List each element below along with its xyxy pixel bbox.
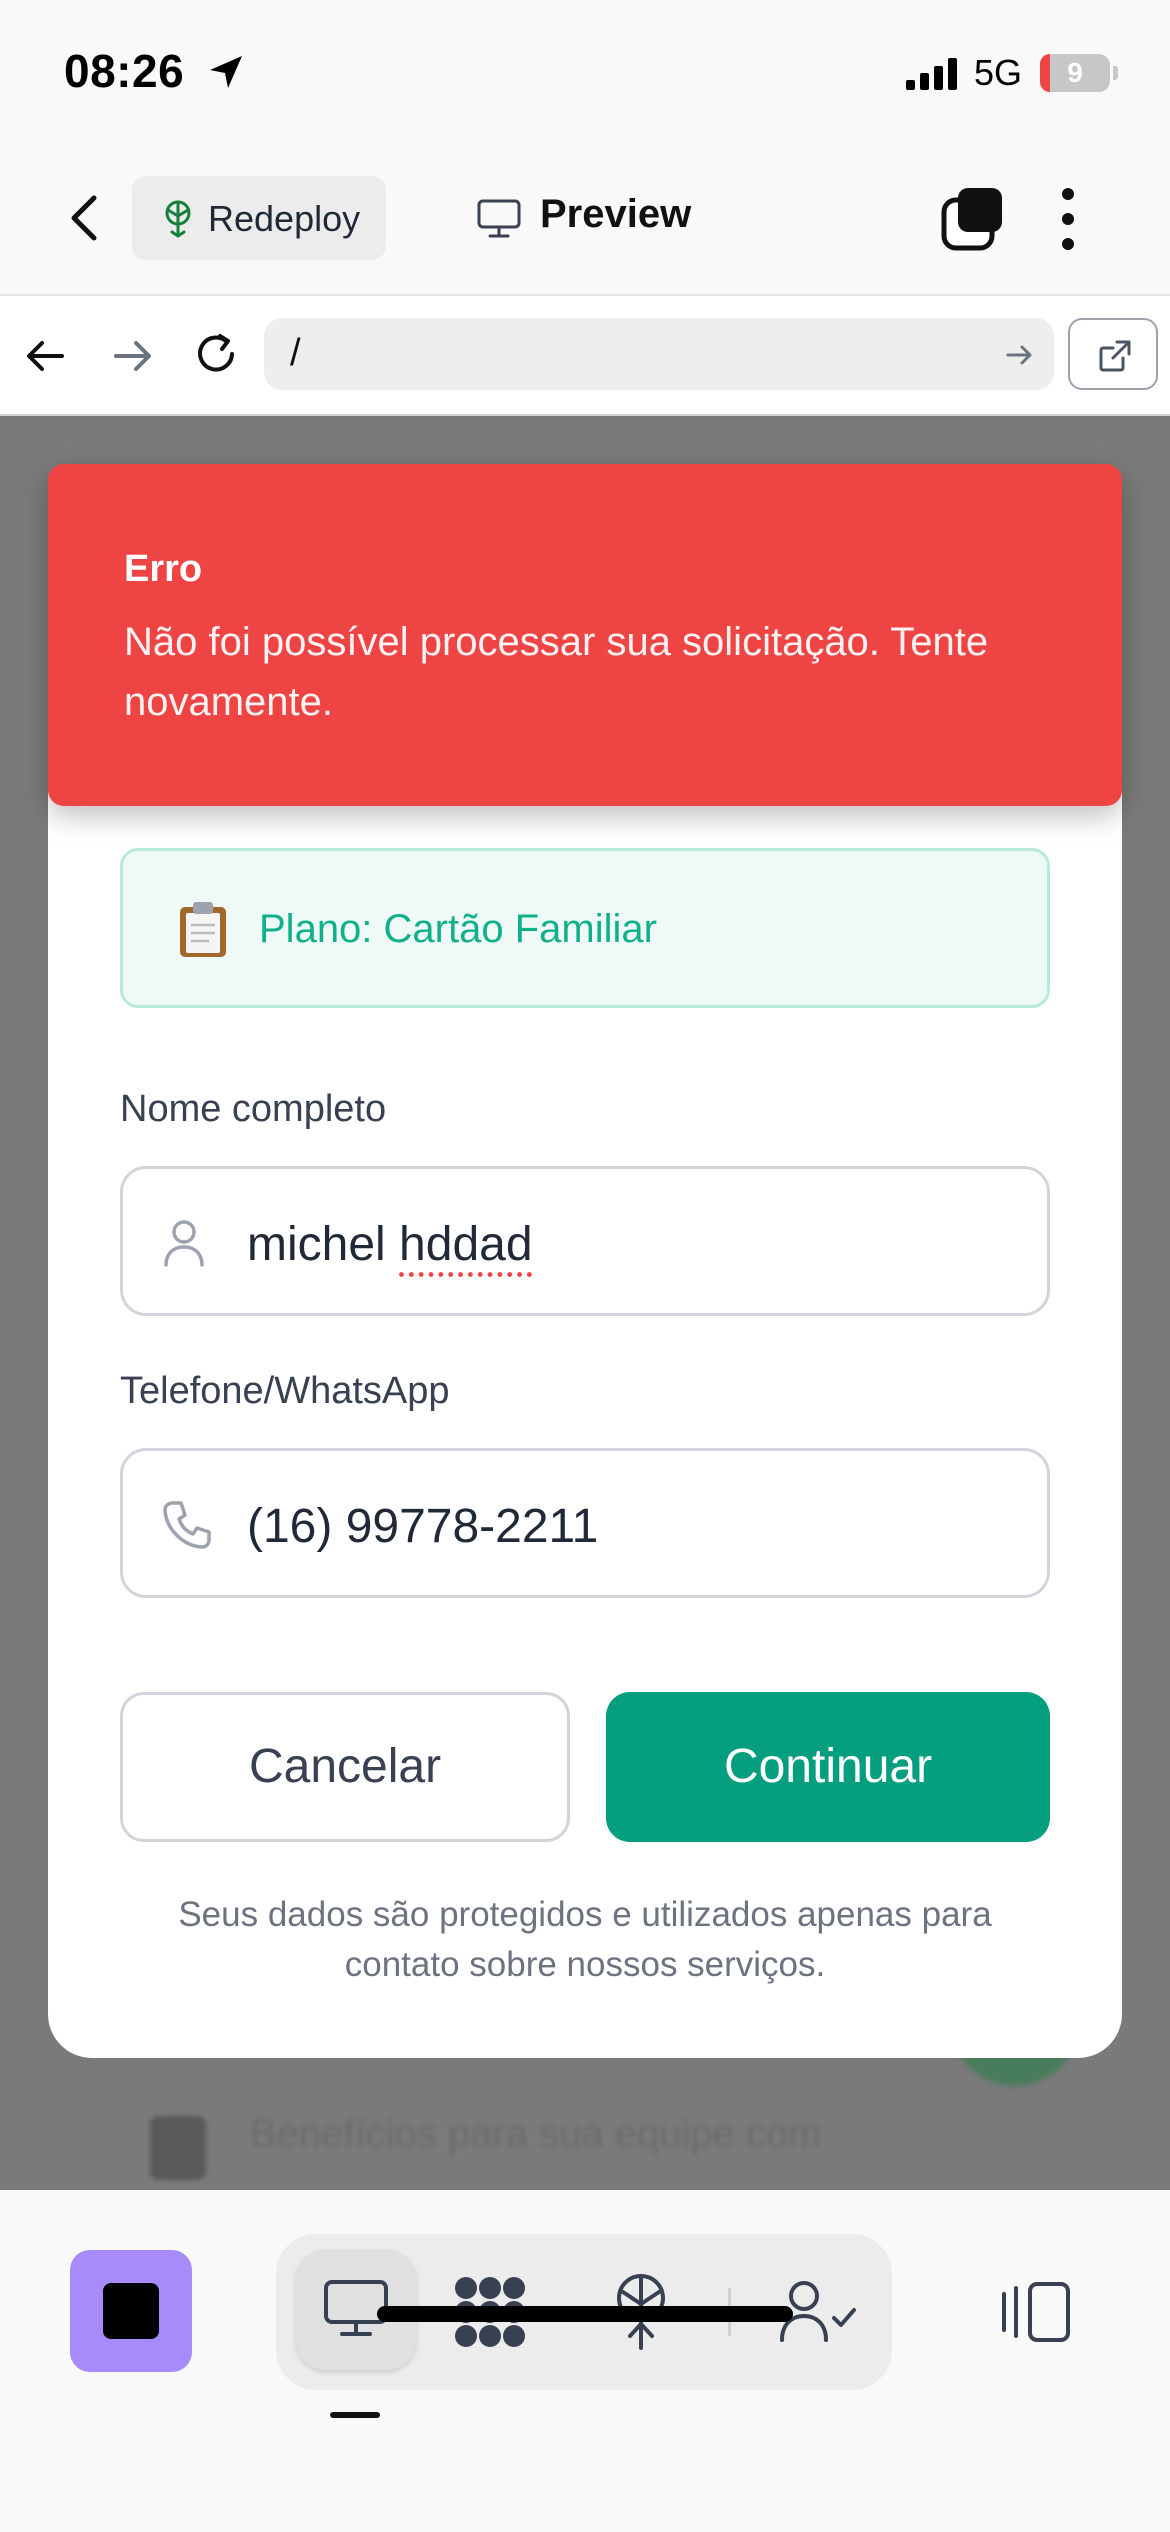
cancel-button[interactable]: Cancelar <box>120 1692 570 1842</box>
toast-message: Não foi possível processar sua solicitaç… <box>124 620 989 724</box>
user-icon <box>164 1220 204 1267</box>
url-row: / <box>0 296 1170 416</box>
panel-toggle-icon[interactable] <box>1000 2280 1072 2344</box>
home-indicator <box>377 2306 793 2322</box>
redeploy-label: Redeploy <box>208 198 361 239</box>
app-header: Redeploy Preview <box>0 150 1170 296</box>
arrow-right-icon[interactable] <box>108 332 156 380</box>
clipboard-icon <box>180 902 226 957</box>
toast-title: Erro <box>124 548 203 590</box>
background-text: Benefícios para sua equipe com <box>250 2112 822 2156</box>
status-bar: 08:26 5G 9 <box>0 0 1170 150</box>
phone-field[interactable]: (16) 99778-2211 <box>120 1448 1050 1598</box>
monitor-icon <box>477 199 521 238</box>
bottom-toolbar <box>0 2190 1170 2532</box>
more-vertical-icon[interactable] <box>1060 186 1076 252</box>
open-external-button[interactable] <box>1068 318 1158 390</box>
active-tab-indicator <box>330 2412 380 2418</box>
reload-icon[interactable] <box>190 328 242 380</box>
name-value: michel hddad <box>247 1218 533 1271</box>
external-link-icon <box>1099 340 1131 372</box>
plan-info-box: Plano: Cartão Familiar <box>120 848 1050 1008</box>
continue-button[interactable]: Continuar <box>606 1692 1050 1842</box>
go-arrow-icon[interactable] <box>1004 340 1034 370</box>
phone-label: Telefone/WhatsApp <box>120 1370 450 1412</box>
privacy-note: Seus dados são protegidos e utilizados a… <box>178 1895 992 1984</box>
phone-value: (16) 99778-2211 <box>247 1500 599 1553</box>
phone-icon <box>163 1501 211 1549</box>
name-field[interactable]: michel hddad <box>120 1166 1050 1316</box>
network-type: 5G <box>974 52 1023 93</box>
battery-level: 9 <box>1067 57 1083 88</box>
name-label: Nome completo <box>120 1088 387 1130</box>
stop-button[interactable] <box>70 2250 192 2372</box>
battery-icon: 9 <box>1040 54 1110 92</box>
deploy-tree-icon <box>165 200 191 238</box>
error-toast[interactable]: Erro Não foi possível processar sua soli… <box>48 464 1122 806</box>
stop-icon <box>103 2283 159 2339</box>
url-input[interactable]: / <box>264 318 1054 390</box>
url-text: / <box>290 332 301 374</box>
cellular-signal-icon <box>906 58 957 90</box>
arrow-left-icon[interactable] <box>22 332 70 380</box>
redeploy-button[interactable]: Redeploy <box>132 176 386 260</box>
back-chevron-icon[interactable] <box>60 188 110 248</box>
tabs-icon[interactable] <box>940 186 1006 252</box>
status-time: 08:26 <box>64 45 185 97</box>
location-arrow-icon <box>210 56 242 88</box>
background-icon <box>150 2116 206 2180</box>
plan-label: Plano: Cartão Familiar <box>259 907 657 951</box>
battery-tip <box>1113 66 1118 80</box>
preview-title[interactable]: Preview <box>540 192 691 237</box>
